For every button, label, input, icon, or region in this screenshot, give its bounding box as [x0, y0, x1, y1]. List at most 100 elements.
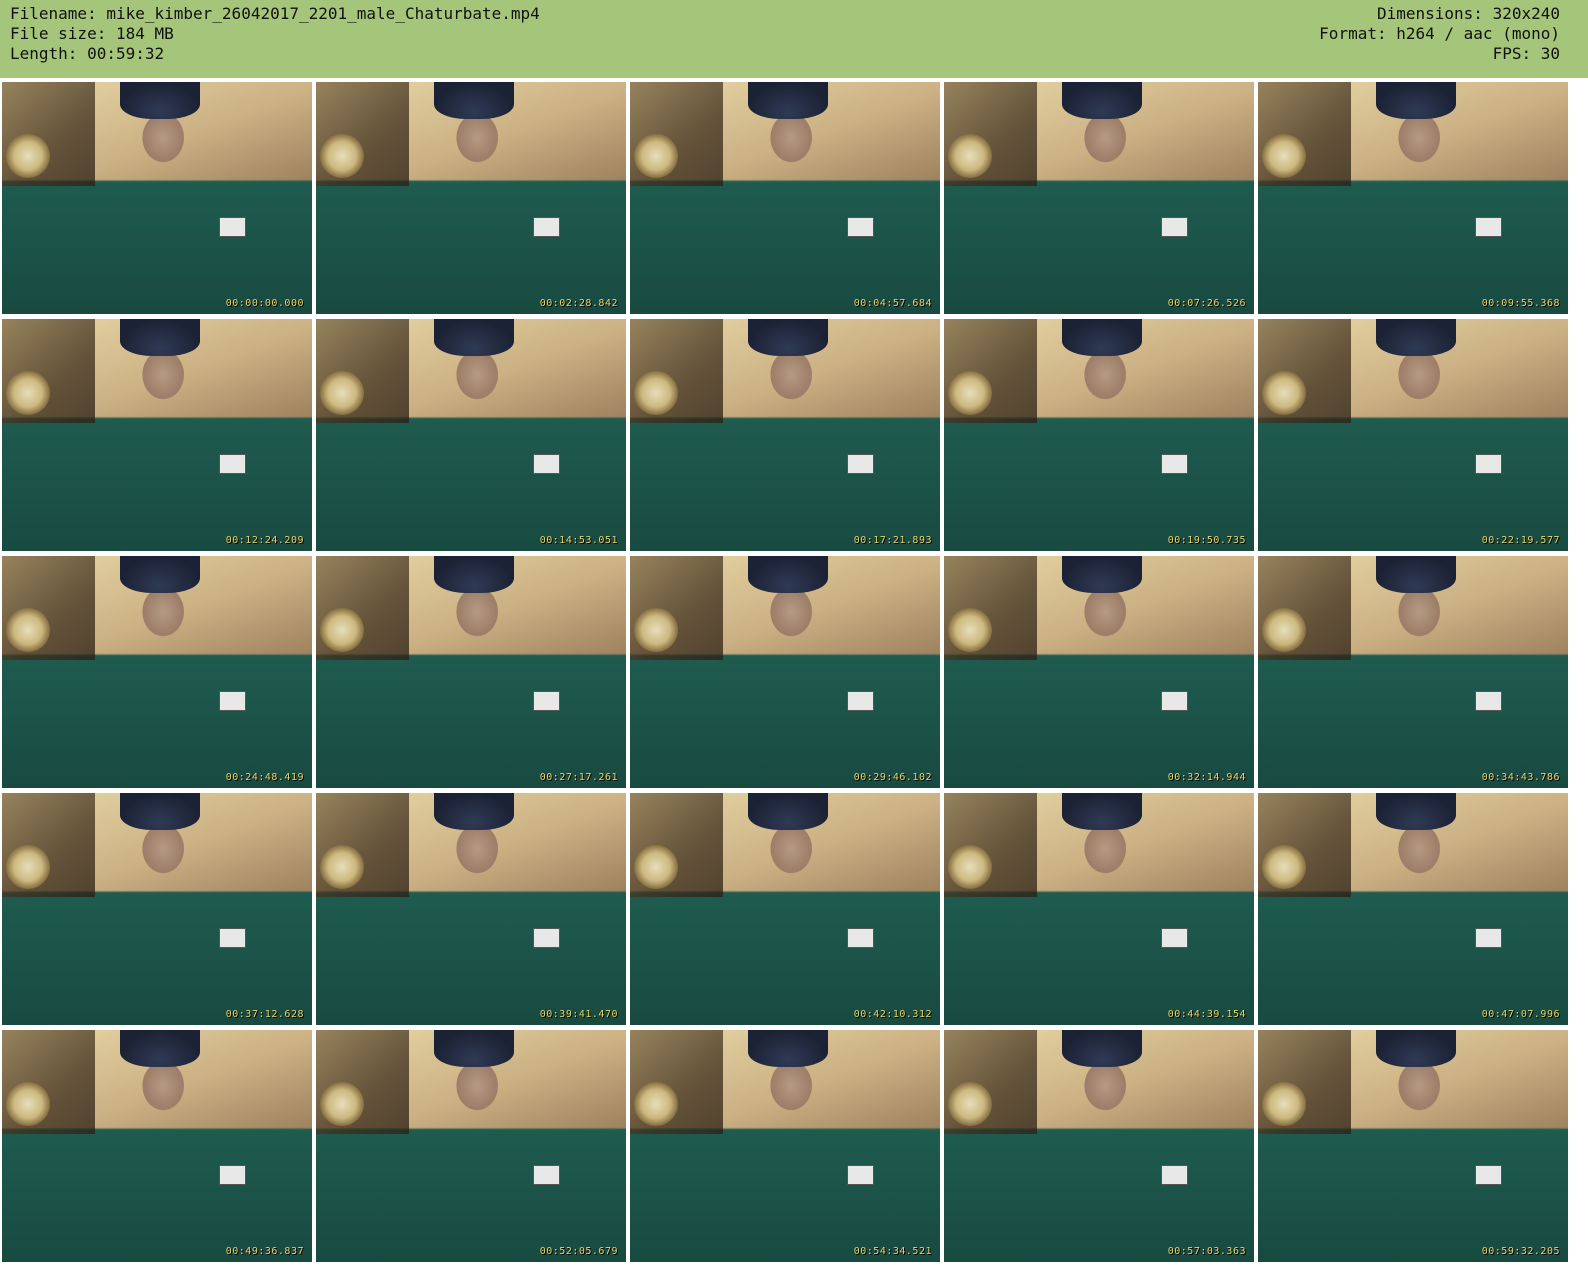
- format-text: Format: h264 / aac (mono): [1319, 24, 1560, 43]
- wall-clock: [948, 608, 992, 652]
- thumbnail-frame: 00:04:57.684: [630, 82, 940, 314]
- thumbnail-frame: 00:59:32.205: [1258, 1030, 1568, 1262]
- thumbnail-frame: 00:07:26.526: [944, 82, 1254, 314]
- filename-text: Filename: mike_kimber_26042017_2201_male…: [10, 4, 540, 23]
- wall-clock: [634, 134, 678, 178]
- thumbnail-frame: 00:47:07.996: [1258, 793, 1568, 1025]
- thumbnail-frame: 00:29:46.102: [630, 556, 940, 788]
- wall-clock: [320, 134, 364, 178]
- thumbnail-frame: 00:32:14.944: [944, 556, 1254, 788]
- wall-clock: [634, 845, 678, 889]
- cap-shape: [1375, 556, 1457, 594]
- cap-shape: [119, 1030, 201, 1068]
- wall-clock: [948, 1082, 992, 1126]
- pocket-badge: [847, 216, 874, 238]
- pocket-badge: [847, 1164, 874, 1186]
- length-text: Length: 00:59:32: [10, 44, 165, 63]
- cap-shape: [433, 793, 515, 831]
- cap-shape: [433, 319, 515, 357]
- frame-timestamp: 00:37:12.628: [225, 1009, 304, 1020]
- pocket-badge: [1161, 927, 1188, 949]
- frame-timestamp: 00:47:07.996: [1481, 1009, 1560, 1020]
- thumbnail-frame: 00:12:24.209: [2, 319, 312, 551]
- frame-timestamp: 00:44:39.154: [1167, 1009, 1246, 1020]
- thumbnail-frame: 00:09:55.368: [1258, 82, 1568, 314]
- cap-shape: [747, 556, 829, 594]
- pocket-badge: [219, 1164, 246, 1186]
- pocket-badge: [533, 453, 560, 475]
- frame-timestamp: 00:42:10.312: [853, 1009, 932, 1020]
- cap-shape: [119, 793, 201, 831]
- pocket-badge: [1475, 216, 1502, 238]
- cap-shape: [1375, 793, 1457, 831]
- thumbnail-frame: 00:34:43.786: [1258, 556, 1568, 788]
- frame-timestamp: 00:09:55.368: [1481, 298, 1560, 309]
- thumbnail-frame: 00:42:10.312: [630, 793, 940, 1025]
- cap-shape: [1061, 1030, 1143, 1068]
- thumbnail-frame: 00:37:12.628: [2, 793, 312, 1025]
- pocket-badge: [1475, 1164, 1502, 1186]
- thumbnail-frame: 00:39:41.470: [316, 793, 626, 1025]
- wall-clock: [948, 134, 992, 178]
- frame-timestamp: 00:59:32.205: [1481, 1246, 1560, 1257]
- pocket-badge: [219, 927, 246, 949]
- frame-timestamp: 00:19:50.735: [1167, 535, 1246, 546]
- cap-shape: [747, 793, 829, 831]
- cap-shape: [1375, 319, 1457, 357]
- thumbnail-frame: 00:44:39.154: [944, 793, 1254, 1025]
- frame-timestamp: 00:49:36.837: [225, 1246, 304, 1257]
- pocket-badge: [533, 690, 560, 712]
- thumbnail-frame: 00:49:36.837: [2, 1030, 312, 1262]
- wall-clock: [1262, 1082, 1306, 1126]
- thumbnail-frame: 00:52:05.679: [316, 1030, 626, 1262]
- frame-timestamp: 00:57:03.363: [1167, 1246, 1246, 1257]
- frame-timestamp: 00:07:26.526: [1167, 298, 1246, 309]
- cap-shape: [747, 82, 829, 120]
- cap-shape: [1375, 82, 1457, 120]
- dimensions-text: Dimensions: 320x240: [1376, 4, 1560, 23]
- frame-timestamp: 00:34:43.786: [1481, 772, 1560, 783]
- cap-shape: [1061, 793, 1143, 831]
- wall-clock: [6, 371, 50, 415]
- file-info-header: Filename: mike_kimber_26042017_2201_male…: [0, 0, 1588, 78]
- thumbnail-frame: 00:27:17.261: [316, 556, 626, 788]
- wall-clock: [320, 371, 364, 415]
- filesize-text: File size: 184 MB: [10, 24, 174, 43]
- thumbnail-frame: 00:54:34.521: [630, 1030, 940, 1262]
- thumbnail-frame: 00:14:53.051: [316, 319, 626, 551]
- wall-clock: [634, 608, 678, 652]
- frame-timestamp: 00:29:46.102: [853, 772, 932, 783]
- wall-clock: [948, 371, 992, 415]
- cap-shape: [119, 319, 201, 357]
- pocket-badge: [1161, 453, 1188, 475]
- wall-clock: [6, 608, 50, 652]
- cap-shape: [119, 82, 201, 120]
- file-info-right: Dimensions: 320x240 Format: h264 / aac (…: [1319, 4, 1560, 64]
- pocket-badge: [533, 927, 560, 949]
- thumbnail-frame: 00:22:19.577: [1258, 319, 1568, 551]
- wall-clock: [320, 1082, 364, 1126]
- wall-clock: [6, 845, 50, 889]
- frame-timestamp: 00:12:24.209: [225, 535, 304, 546]
- cap-shape: [747, 319, 829, 357]
- pocket-badge: [219, 453, 246, 475]
- thumbnail-frame: 00:17:21.893: [630, 319, 940, 551]
- file-info-left: Filename: mike_kimber_26042017_2201_male…: [10, 4, 540, 64]
- frame-timestamp: 00:22:19.577: [1481, 535, 1560, 546]
- cap-shape: [433, 82, 515, 120]
- pocket-badge: [847, 690, 874, 712]
- pocket-badge: [219, 690, 246, 712]
- pocket-badge: [1475, 927, 1502, 949]
- pocket-badge: [533, 216, 560, 238]
- pocket-badge: [847, 927, 874, 949]
- frame-timestamp: 00:14:53.051: [539, 535, 618, 546]
- pocket-badge: [533, 1164, 560, 1186]
- pocket-badge: [847, 453, 874, 475]
- wall-clock: [948, 845, 992, 889]
- cap-shape: [119, 556, 201, 594]
- frame-timestamp: 00:32:14.944: [1167, 772, 1246, 783]
- cap-shape: [433, 556, 515, 594]
- cap-shape: [1061, 556, 1143, 594]
- pocket-badge: [1161, 1164, 1188, 1186]
- wall-clock: [634, 371, 678, 415]
